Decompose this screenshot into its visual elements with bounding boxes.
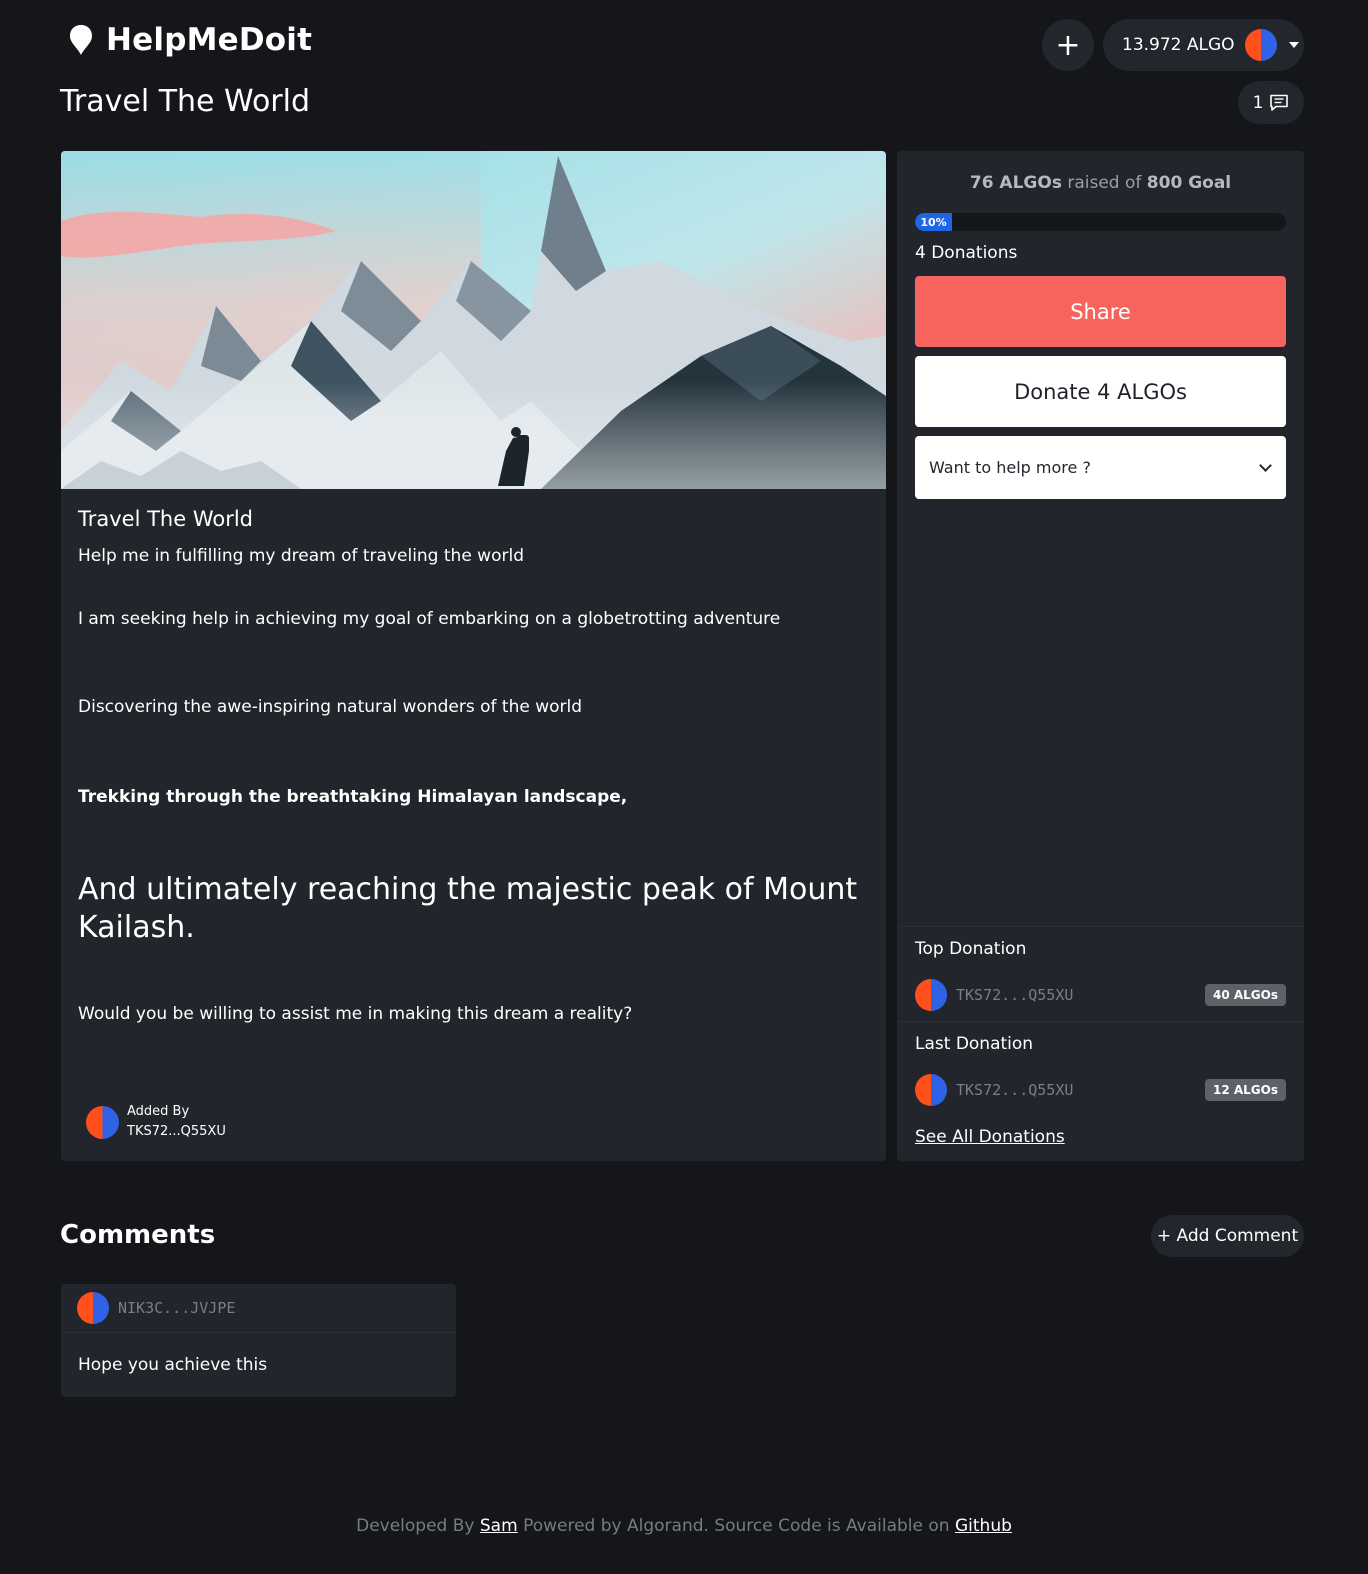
top-donation-row: TKS72...Q55XU 40 ALGOs [915, 979, 1286, 1011]
campaign-card: Travel The World Help me in fulfilling m… [61, 151, 886, 1161]
campaign-paragraph: Would you be willing to assist me in mak… [78, 1004, 633, 1024]
top-donation: Top Donation TKS72...Q55XU 40 ALGOs [897, 926, 1304, 1021]
comment-author: NIK3C...JVJPE [118, 1299, 236, 1317]
avatar [915, 979, 947, 1011]
brand-logo[interactable]: HelpMeDoit [68, 22, 312, 58]
campaign-image [61, 151, 886, 489]
footer-developed-by: Developed By [356, 1516, 475, 1536]
raised-summary: 76 ALGOs raised of 800 Goal [897, 173, 1304, 193]
see-all-donations-link[interactable]: See All Donations [915, 1127, 1065, 1147]
caret-down-icon [1288, 42, 1299, 48]
author-link[interactable]: Sam [480, 1516, 518, 1536]
wallet-dropdown[interactable]: 13.972 ALGO [1103, 19, 1304, 71]
avatar [915, 1074, 947, 1106]
campaign-title: Travel The World [78, 507, 254, 531]
progress-label: 10% [920, 215, 947, 229]
avatar [77, 1292, 109, 1324]
raised-amount: 76 ALGOs [969, 173, 1062, 193]
funding-card: 76 ALGOs raised of 800 Goal 10% 4 Donati… [897, 151, 1304, 1161]
campaign-paragraph: Discovering the awe-inspiring natural wo… [78, 697, 583, 717]
top-donation-label: Top Donation [915, 939, 1027, 959]
share-button[interactable]: Share [915, 276, 1286, 347]
footer-powered-by: Powered by Algorand. Source Code is Avai… [523, 1516, 950, 1536]
comments-title: Comments [60, 1220, 216, 1250]
comment-text: Hope you achieve this [78, 1355, 268, 1375]
campaign-paragraph-bold: Trekking through the breathtaking Himala… [78, 787, 628, 807]
chevron-down-icon [1259, 458, 1272, 472]
create-campaign-button[interactable]: + [1042, 19, 1094, 71]
footer: Developed By Sam Powered by Algorand. So… [0, 1516, 1368, 1536]
page-title: Travel The World [60, 84, 311, 119]
brand-name: HelpMeDoit [106, 22, 313, 58]
added-by-label: Added By [127, 1104, 190, 1119]
github-link[interactable]: Github [955, 1516, 1012, 1536]
plus-icon: + [1055, 27, 1081, 63]
donor-address: TKS72...Q55XU [956, 986, 1074, 1004]
progress-fill: 10% [915, 213, 953, 231]
raised-text: raised of [1067, 173, 1142, 193]
help-more-select[interactable]: Want to help more ? [915, 436, 1286, 499]
campaign-paragraph: Help me in fulfilling my dream of travel… [78, 546, 524, 566]
last-donation-label: Last Donation [915, 1034, 1034, 1054]
wallet-balance: 13.972 ALGO [1122, 35, 1235, 55]
wallet-avatar [1244, 29, 1277, 61]
map-pin-icon [70, 25, 92, 55]
donation-amount-badge: 12 ALGOs [1204, 1079, 1286, 1101]
comment-header: NIK3C...JVJPE [61, 1284, 456, 1333]
add-comment-button[interactable]: + Add Comment [1151, 1215, 1304, 1257]
comment-card: NIK3C...JVJPE Hope you achieve this [61, 1284, 456, 1397]
last-donation-row: TKS72...Q55XU 12 ALGOs [915, 1074, 1286, 1106]
comments-count-button[interactable]: 1 [1238, 81, 1304, 124]
last-donation: Last Donation TKS72...Q55XU 12 ALGOs [897, 1021, 1304, 1116]
donation-amount-badge: 40 ALGOs [1204, 984, 1286, 1006]
donations-count: 4 Donations [915, 243, 1018, 263]
donate-button[interactable]: Donate 4 ALGOs [915, 356, 1286, 427]
goal-amount: 800 Goal [1146, 173, 1232, 193]
added-by[interactable]: Added By TKS72...Q55XU [86, 1102, 226, 1142]
help-more-label: Want to help more ? [929, 458, 1091, 477]
donor-address: TKS72...Q55XU [956, 1081, 1074, 1099]
added-by-address: TKS72...Q55XU [127, 1124, 226, 1139]
comments-count: 1 [1252, 92, 1264, 113]
campaign-paragraph: I am seeking help in achieving my goal o… [78, 609, 781, 629]
avatar [86, 1105, 119, 1139]
campaign-heading: And ultimately reaching the majestic pea… [78, 872, 858, 945]
progress-bar: 10% [915, 213, 1286, 231]
chat-bubble-icon [1270, 94, 1289, 111]
